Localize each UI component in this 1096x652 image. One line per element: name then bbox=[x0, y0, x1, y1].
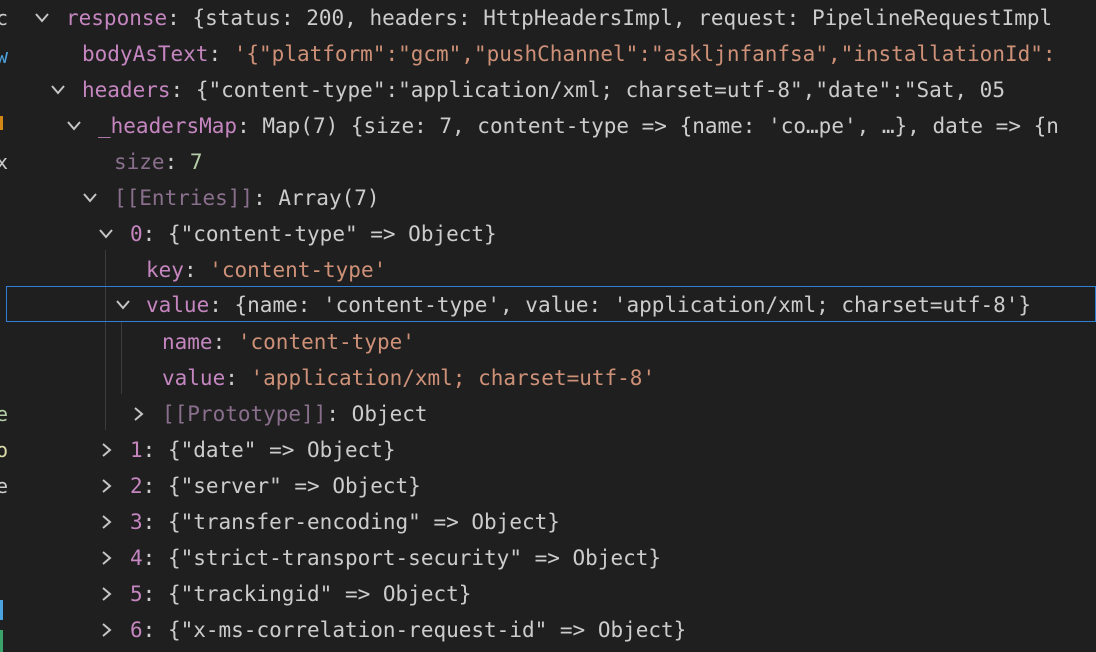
variable-key: value bbox=[162, 366, 226, 390]
variable-value: {status: 200, headers: HttpHeadersImpl, … bbox=[192, 6, 1053, 30]
variable-value: Array(7) bbox=[278, 186, 380, 210]
variable-key: bodyAsText bbox=[82, 42, 209, 66]
variable-value: {"strict-transport-security" => Object} bbox=[167, 546, 662, 570]
separator: : bbox=[183, 258, 210, 282]
chevron-right-icon[interactable] bbox=[96, 576, 116, 612]
chevron-right-icon[interactable] bbox=[128, 396, 148, 432]
gutter-char: e bbox=[0, 474, 9, 498]
gutter-char: c bbox=[0, 6, 9, 30]
variable-key: 5 bbox=[130, 582, 143, 606]
chevron-down-icon[interactable] bbox=[32, 0, 52, 36]
variable-key: 4 bbox=[130, 546, 143, 570]
variable-key: 1 bbox=[130, 438, 143, 462]
separator: : bbox=[208, 42, 234, 66]
chevron-down-icon[interactable] bbox=[64, 108, 84, 144]
tree-row-entry-5[interactable]: 5: {"trackingid" => Object} bbox=[10, 576, 1096, 612]
variable-value: {"transfer-encoding" => Object} bbox=[167, 510, 560, 534]
gutter-char: e bbox=[0, 402, 9, 426]
variable-key: size bbox=[114, 150, 165, 174]
separator: : bbox=[212, 330, 238, 354]
tree-row-entry-key[interactable]: key: 'content-type' bbox=[10, 252, 1096, 288]
tree-row-entry-6[interactable]: 6: {"x-ms-correlation-request-id" => Obj… bbox=[10, 612, 1096, 648]
variable-value: {"content-type" => Object} bbox=[167, 222, 497, 246]
variable-value: {"trackingid" => Object} bbox=[167, 582, 472, 606]
chevron-down-icon[interactable] bbox=[96, 216, 116, 252]
separator: : bbox=[142, 222, 168, 246]
tree-row-size[interactable]: size: 7 bbox=[10, 144, 1096, 180]
tree-row-value-value[interactable]: value: 'application/xml; charset=utf-8' bbox=[10, 360, 1096, 396]
tree-row-prototype[interactable]: [[Prototype]]: Object bbox=[10, 396, 1096, 432]
variable-value: 7 bbox=[189, 150, 203, 174]
variable-key: response bbox=[66, 6, 168, 30]
separator: : bbox=[253, 186, 279, 210]
debug-variables-tree: c w x e o e response: {status: 200, head… bbox=[0, 0, 1096, 652]
variable-key: name bbox=[162, 330, 213, 354]
chevron-right-icon[interactable] bbox=[96, 468, 116, 504]
separator: : bbox=[209, 293, 235, 317]
variable-key: 2 bbox=[130, 474, 143, 498]
variable-key: key bbox=[146, 258, 184, 282]
variable-key: [[Entries]] bbox=[114, 186, 254, 210]
tree-row-entry-2[interactable]: 2: {"server" => Object} bbox=[10, 468, 1096, 504]
separator: : bbox=[326, 402, 352, 426]
gutter-change-marker bbox=[0, 116, 3, 130]
separator: : bbox=[142, 510, 168, 534]
variable-value: {"date" => Object} bbox=[167, 438, 396, 462]
tree-row-entry-0[interactable]: 0: {"content-type" => Object} bbox=[10, 216, 1096, 252]
tree-row-bodyastext[interactable]: bodyAsText: '{"platform":"gcm","pushChan… bbox=[10, 36, 1096, 72]
gutter-change-marker bbox=[0, 630, 3, 652]
chevron-right-icon[interactable] bbox=[96, 540, 116, 576]
gutter-char: x bbox=[0, 150, 9, 174]
chevron-down-icon[interactable] bbox=[80, 180, 100, 216]
separator: : bbox=[167, 6, 193, 30]
variable-value: 'application/xml; charset=utf-8' bbox=[250, 366, 656, 390]
variable-key: [[Prototype]] bbox=[162, 402, 327, 426]
tree-row-entry-value[interactable]: value: {name: 'content-type', value: 'ap… bbox=[6, 286, 1096, 322]
separator: : bbox=[164, 150, 190, 174]
variable-value: Map(7) {size: 7, content-type => {name: … bbox=[262, 114, 1059, 138]
gutter-change-marker bbox=[0, 600, 3, 620]
variable-value: Object bbox=[351, 402, 428, 426]
variable-key: 0 bbox=[130, 222, 143, 246]
separator: : bbox=[142, 618, 168, 642]
separator: : bbox=[142, 474, 168, 498]
chevron-down-icon[interactable] bbox=[113, 287, 133, 321]
separator: : bbox=[225, 366, 251, 390]
variable-key: headers bbox=[82, 78, 171, 102]
tree-row-entry-3[interactable]: 3: {"transfer-encoding" => Object} bbox=[10, 504, 1096, 540]
chevron-right-icon[interactable] bbox=[96, 504, 116, 540]
variable-key: value bbox=[146, 293, 210, 317]
chevron-right-icon[interactable] bbox=[96, 432, 116, 468]
gutter-char: o bbox=[0, 438, 9, 462]
tree-row-response[interactable]: response: {status: 200, headers: HttpHea… bbox=[10, 0, 1096, 36]
variable-key: 6 bbox=[130, 618, 143, 642]
variable-value: 'content-type' bbox=[237, 330, 415, 354]
variable-value: 'content-type' bbox=[209, 258, 387, 282]
variable-value: {"x-ms-correlation-request-id" => Object… bbox=[167, 618, 687, 642]
tree-row-value-name[interactable]: name: 'content-type' bbox=[10, 324, 1096, 360]
tree-row-entry-1[interactable]: 1: {"date" => Object} bbox=[10, 432, 1096, 468]
editor-gutter: c w x e o e bbox=[0, 0, 8, 652]
separator: : bbox=[142, 546, 168, 570]
tree-row-headersmap[interactable]: _headersMap: Map(7) {size: 7, content-ty… bbox=[10, 108, 1096, 144]
chevron-right-icon[interactable] bbox=[96, 612, 116, 648]
separator: : bbox=[237, 114, 263, 138]
gutter-char: w bbox=[0, 44, 9, 68]
tree-row-headers[interactable]: headers: {"content-type":"application/xm… bbox=[10, 72, 1096, 108]
separator: : bbox=[170, 78, 196, 102]
variable-value: {name: 'content-type', value: 'applicati… bbox=[234, 293, 1032, 317]
variable-key: 3 bbox=[130, 510, 143, 534]
variable-value: '{"platform":"gcm","pushChannel":"askljn… bbox=[233, 42, 1056, 66]
variable-key: _headersMap bbox=[98, 114, 238, 138]
chevron-down-icon[interactable] bbox=[48, 72, 68, 108]
tree-row-entries[interactable]: [[Entries]]: Array(7) bbox=[10, 180, 1096, 216]
variable-value: {"content-type":"application/xml; charse… bbox=[195, 78, 1005, 102]
tree-row-entry-4[interactable]: 4: {"strict-transport-security" => Objec… bbox=[10, 540, 1096, 576]
variable-value: {"server" => Object} bbox=[167, 474, 421, 498]
separator: : bbox=[142, 582, 168, 606]
separator: : bbox=[142, 438, 168, 462]
